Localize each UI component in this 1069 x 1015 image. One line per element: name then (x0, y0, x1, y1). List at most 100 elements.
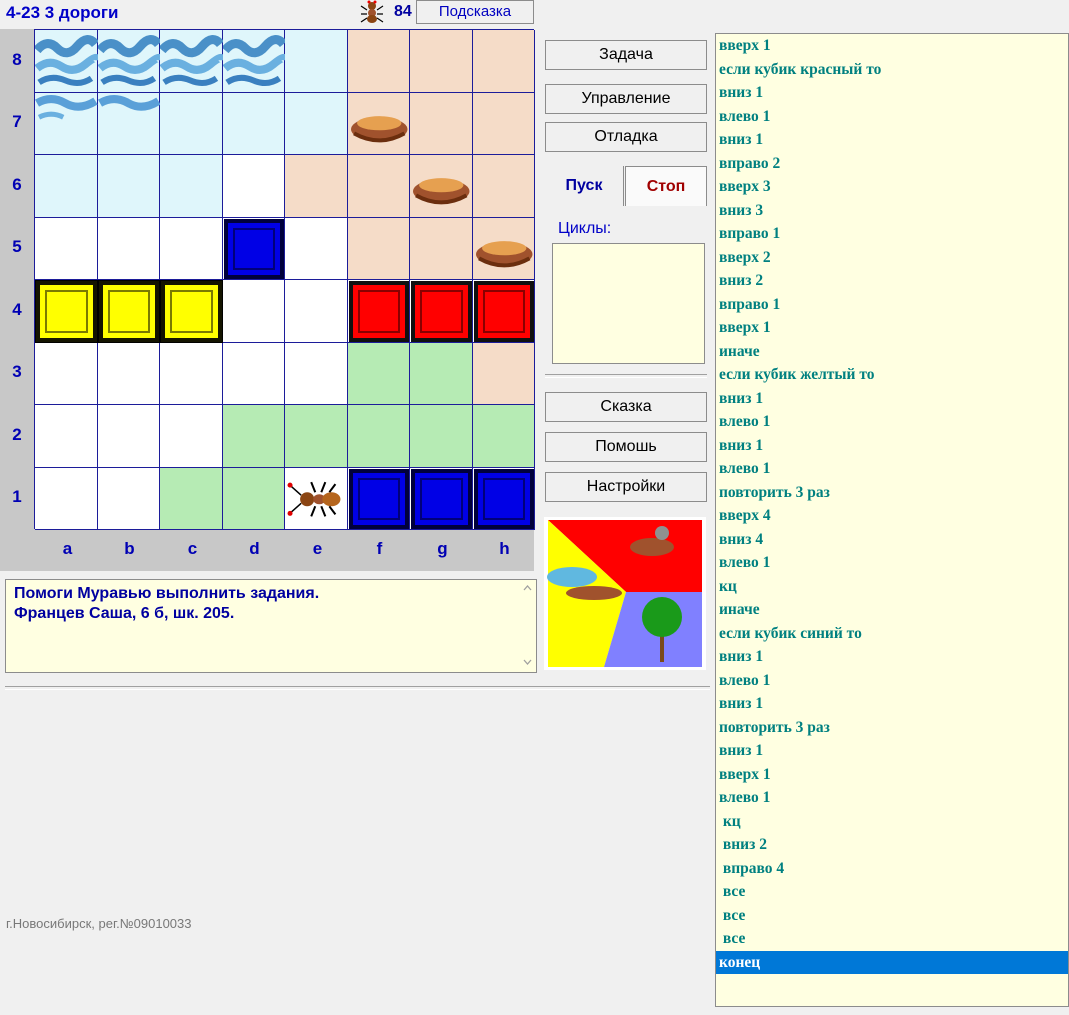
program-line[interactable]: влево 1 (716, 457, 1068, 481)
board-cell[interactable] (222, 280, 285, 343)
board-cell[interactable] (347, 155, 410, 218)
board-cell[interactable] (222, 155, 285, 218)
program-line[interactable]: вниз 1 (716, 128, 1068, 152)
program-line[interactable]: вниз 1 (716, 387, 1068, 411)
fairy-tale-picture[interactable] (544, 517, 706, 670)
board-cell[interactable] (472, 30, 535, 93)
board-cell[interactable] (222, 92, 285, 155)
board-cell[interactable] (285, 155, 348, 218)
program-line[interactable]: конец (716, 950, 1068, 974)
board-grid[interactable] (34, 29, 535, 530)
program-line[interactable]: вниз 1 (716, 81, 1068, 105)
program-line[interactable]: вниз 1 (716, 692, 1068, 716)
debug-button[interactable]: Отладка (545, 122, 707, 152)
program-line[interactable]: вверх 1 (716, 763, 1068, 787)
program-line[interactable]: если кубик красный то (716, 58, 1068, 82)
board-cell[interactable] (35, 467, 98, 530)
program-line[interactable]: вверх 3 (716, 175, 1068, 199)
hint-button[interactable]: Подсказка (416, 0, 534, 24)
board-cell[interactable] (285, 217, 348, 280)
program-line[interactable]: вниз 1 (716, 434, 1068, 458)
program-line[interactable]: влево 1 (716, 105, 1068, 129)
program-line[interactable]: вниз 1 (716, 739, 1068, 763)
program-line[interactable]: вверх 2 (716, 246, 1068, 270)
program-line[interactable]: кц (716, 575, 1068, 599)
board-cell[interactable] (97, 217, 160, 280)
board-cell[interactable] (160, 217, 223, 280)
board-cell[interactable] (97, 405, 160, 468)
board-cell[interactable] (472, 92, 535, 155)
col-label: f (376, 539, 383, 558)
board-cell[interactable] (410, 92, 473, 155)
program-line[interactable]: кц (716, 810, 1068, 834)
board-cell[interactable] (347, 405, 410, 468)
control-button[interactable]: Управление (545, 84, 707, 114)
program-line[interactable]: если кубик синий то (716, 622, 1068, 646)
program-line[interactable]: вправо 4 (716, 857, 1068, 881)
program-line[interactable]: вправо 1 (716, 293, 1068, 317)
board-cell[interactable] (160, 92, 223, 155)
board-cell[interactable] (97, 467, 160, 530)
board-cell[interactable] (410, 30, 473, 93)
board-cell[interactable] (160, 155, 223, 218)
program-line[interactable]: вниз 1 (716, 645, 1068, 669)
program-line[interactable]: вверх 1 (716, 34, 1068, 58)
board-cell[interactable] (285, 30, 348, 93)
board-cell[interactable] (35, 217, 98, 280)
row-label: 6 (0, 154, 34, 216)
board-cell[interactable] (35, 155, 98, 218)
board-cell[interactable] (285, 280, 348, 343)
board-cell[interactable] (472, 342, 535, 405)
board-cell[interactable] (285, 342, 348, 405)
program-list[interactable]: вверх 1 если кубик красный то вниз 1 влево … (715, 33, 1069, 1007)
program-line[interactable]: все (716, 880, 1068, 904)
stop-tab[interactable]: Стоп (625, 166, 707, 206)
program-line[interactable]: влево 1 (716, 786, 1068, 810)
board-cell[interactable] (285, 92, 348, 155)
program-line[interactable]: вправо 1 (716, 222, 1068, 246)
board-cell[interactable] (347, 217, 410, 280)
run-tab[interactable]: Пуск (545, 166, 624, 206)
program-line[interactable]: иначе (716, 598, 1068, 622)
program-line[interactable]: если кубик желтый то (716, 363, 1068, 387)
program-line[interactable]: вниз 2 (716, 269, 1068, 293)
board-cell[interactable] (160, 405, 223, 468)
board-cell[interactable] (35, 342, 98, 405)
program-line[interactable]: влево 1 (716, 669, 1068, 693)
program-line[interactable]: вниз 4 (716, 528, 1068, 552)
program-line[interactable]: вниз 2 (716, 833, 1068, 857)
board-cell[interactable] (97, 155, 160, 218)
board-cell[interactable] (97, 342, 160, 405)
program-line[interactable]: повторить 3 раз (716, 716, 1068, 740)
message-scrollbar[interactable] (519, 580, 536, 672)
program-line[interactable]: влево 1 (716, 551, 1068, 575)
board-cell[interactable] (410, 405, 473, 468)
board-cell[interactable] (410, 342, 473, 405)
program-line[interactable]: повторить 3 раз (716, 481, 1068, 505)
program-line[interactable]: вправо 2 (716, 152, 1068, 176)
game-board: 8 7 6 5 4 3 2 1 a b c d e f g h (0, 29, 535, 571)
board-cell[interactable] (410, 217, 473, 280)
program-line[interactable]: вверх 1 (716, 316, 1068, 340)
board-cell[interactable] (160, 467, 223, 530)
program-line[interactable]: вниз 3 (716, 199, 1068, 223)
board-cell[interactable] (472, 155, 535, 218)
program-line[interactable]: все (716, 904, 1068, 928)
program-line[interactable]: вверх 4 (716, 504, 1068, 528)
board-cell[interactable] (285, 405, 348, 468)
program-line[interactable]: все (716, 927, 1068, 951)
board-cell[interactable] (160, 342, 223, 405)
task-button[interactable]: Задача (545, 40, 707, 70)
board-cell[interactable] (35, 405, 98, 468)
board-cell[interactable] (347, 342, 410, 405)
board-cell[interactable] (222, 467, 285, 530)
board-cell[interactable] (472, 405, 535, 468)
program-line[interactable]: иначе (716, 340, 1068, 364)
board-cell[interactable] (222, 405, 285, 468)
board-cell[interactable] (222, 342, 285, 405)
help-button[interactable]: Помошь (545, 432, 707, 462)
settings-button[interactable]: Настройки (545, 472, 707, 502)
story-button[interactable]: Сказка (545, 392, 707, 422)
program-line[interactable]: влево 1 (716, 410, 1068, 434)
board-cell[interactable] (347, 30, 410, 93)
